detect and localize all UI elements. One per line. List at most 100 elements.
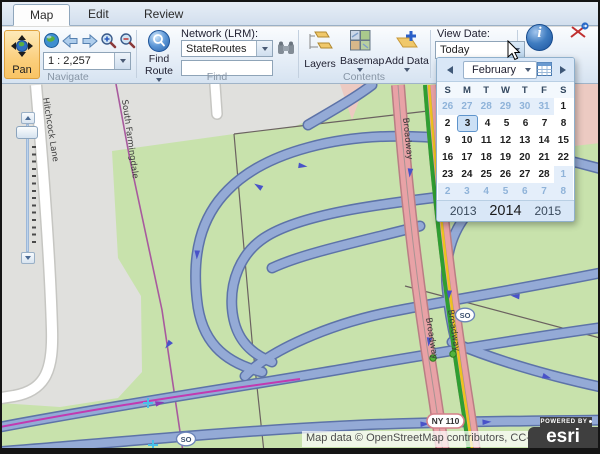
calendar-day[interactable]: 23 — [438, 166, 457, 183]
year-2013[interactable]: 2013 — [450, 204, 477, 218]
calendar-day-headers: SMTWTFS — [437, 82, 574, 98]
calendar-day[interactable]: 28 — [534, 166, 553, 183]
calendar-day[interactable]: 25 — [477, 166, 496, 183]
calendar-grid-icon[interactable] — [537, 62, 552, 76]
calendar-day[interactable]: 27 — [457, 98, 476, 115]
view-date-value: Today — [436, 42, 508, 58]
calendar-grid: 2627282930311234567891011121314151617181… — [437, 98, 574, 200]
svg-text:SO: SO — [181, 435, 192, 444]
scale-dropdown-button[interactable] — [114, 53, 130, 69]
basemap-icon — [350, 30, 371, 51]
calendar-day[interactable]: 12 — [496, 132, 515, 149]
day-header: W — [496, 82, 515, 98]
group-label-contents: Contents — [298, 71, 430, 83]
calendar-day[interactable]: 14 — [534, 132, 553, 149]
day-header: T — [515, 82, 534, 98]
calendar-day[interactable]: 29 — [496, 98, 515, 115]
up-arrow-icon — [25, 116, 31, 120]
layers-icon — [307, 30, 333, 54]
calendar-day[interactable]: 1 — [554, 166, 573, 183]
esri-logo: esri — [528, 427, 598, 448]
network-lrm-combo[interactable]: StateRoutes — [181, 40, 273, 57]
month-value: February — [464, 62, 525, 78]
mouse-cursor — [507, 40, 523, 62]
calendar-day[interactable]: 26 — [438, 98, 457, 115]
layers-button[interactable]: Layers — [303, 30, 337, 70]
route-shield-so-2: SO — [177, 432, 196, 446]
calendar-day[interactable]: 22 — [554, 149, 573, 166]
find-route-search-icon — [148, 30, 170, 52]
full-extent-globe-icon[interactable] — [43, 32, 60, 49]
zoom-slider-track[interactable] — [26, 124, 29, 252]
year-2014-current[interactable]: 2014 — [489, 203, 521, 219]
calendar-day[interactable]: 28 — [477, 98, 496, 115]
calendar-day[interactable]: 8 — [554, 183, 573, 200]
calendar-day[interactable]: 21 — [534, 149, 553, 166]
calendar-day[interactable]: 3 — [457, 115, 478, 132]
zoom-out-slider-button[interactable] — [21, 252, 35, 264]
chevron-down-icon — [262, 47, 268, 51]
calendar-day[interactable]: 2 — [438, 183, 457, 200]
calendar-day[interactable]: 27 — [515, 166, 534, 183]
calendar-day[interactable]: 2 — [438, 115, 457, 132]
calendar-day[interactable]: 5 — [496, 183, 515, 200]
info-button[interactable]: i — [526, 24, 553, 51]
year-2015[interactable]: 2015 — [534, 204, 561, 218]
calendar-day[interactable]: 19 — [496, 149, 515, 166]
calendar-day[interactable]: 1 — [554, 98, 573, 115]
calendar-day[interactable]: 13 — [515, 132, 534, 149]
calendar-day[interactable]: 8 — [554, 115, 573, 132]
calendar-day[interactable]: 18 — [477, 149, 496, 166]
basemap-button[interactable]: Basemap — [340, 30, 380, 72]
calendar-day[interactable]: 16 — [438, 149, 457, 166]
calendar-day[interactable]: 31 — [534, 98, 553, 115]
network-dropdown-button[interactable] — [256, 41, 272, 56]
map-scale-value: 1 : 2,257 — [44, 53, 114, 69]
calendar-day[interactable]: 7 — [534, 183, 553, 200]
day-header: S — [554, 82, 573, 98]
map-attribution: Map data © OpenStreetMap contributors, C… — [302, 431, 566, 447]
app-window: SO SO NY 110 Hitchcock Lane South Farmin… — [0, 0, 600, 454]
calendar-day[interactable]: 15 — [554, 132, 573, 149]
route-shield-ny110: NY 110 — [427, 414, 464, 428]
date-picker-popup: February SMTWTFS 26272829303112345678910… — [436, 57, 575, 222]
binoculars-search-icon[interactable] — [277, 41, 295, 56]
calendar-day[interactable]: 9 — [438, 132, 457, 149]
network-lrm-value: StateRoutes — [182, 41, 256, 56]
calendar-day[interactable]: 3 — [457, 183, 476, 200]
zoom-slider-handle[interactable] — [16, 126, 38, 139]
svg-text:SO: SO — [460, 311, 471, 320]
calendar-day[interactable]: 30 — [515, 98, 534, 115]
zoom-in-slider-button[interactable] — [21, 112, 35, 124]
calendar-day[interactable]: 7 — [535, 115, 554, 132]
add-data-icon — [393, 30, 421, 51]
calendar-day[interactable]: 11 — [477, 132, 496, 149]
calendar-day[interactable]: 6 — [515, 183, 534, 200]
previous-month-icon[interactable] — [447, 66, 453, 74]
tab-edit[interactable]: Edit — [72, 4, 125, 26]
map-scale-combo[interactable]: 1 : 2,257 — [43, 52, 131, 70]
calendar-day[interactable]: 4 — [478, 115, 497, 132]
calendar-day[interactable]: 5 — [497, 115, 516, 132]
chevron-down-icon — [120, 59, 126, 63]
zoom-slider-ticks — [32, 146, 36, 248]
zoom-out-icon[interactable] — [119, 32, 136, 49]
calendar-day[interactable]: 10 — [457, 132, 476, 149]
previous-extent-icon[interactable] — [62, 34, 79, 48]
calendar-day[interactable]: 4 — [477, 183, 496, 200]
calendar-day[interactable]: 17 — [457, 149, 476, 166]
calendar-day[interactable]: 26 — [496, 166, 515, 183]
tab-review[interactable]: Review — [128, 4, 199, 26]
next-month-icon[interactable] — [560, 66, 566, 74]
route-tool-icon[interactable] — [569, 22, 590, 41]
next-extent-icon[interactable] — [81, 34, 98, 48]
tab-map[interactable]: Map — [13, 4, 70, 26]
calendar-day[interactable]: 24 — [457, 166, 476, 183]
add-data-button[interactable]: Add Data — [385, 30, 429, 72]
month-selector[interactable]: February — [463, 61, 537, 79]
calendar-day[interactable]: 6 — [516, 115, 535, 132]
calendar-day[interactable]: 20 — [515, 149, 534, 166]
pan-icon — [10, 34, 34, 58]
day-header: S — [438, 82, 457, 98]
zoom-in-icon[interactable] — [100, 32, 117, 49]
